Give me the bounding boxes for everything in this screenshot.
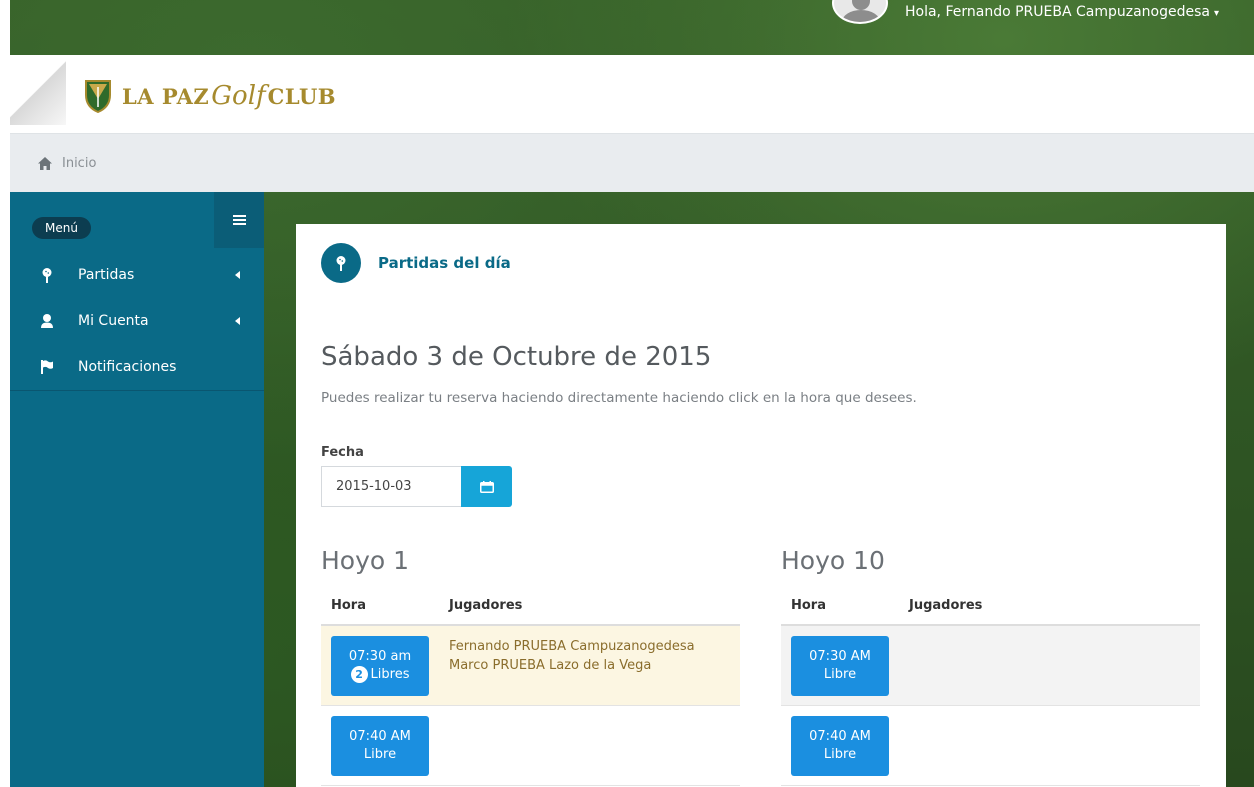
column-header-jugadores: Jugadores — [449, 598, 523, 613]
slot-status: Libres — [370, 667, 410, 682]
calendar-icon — [479, 480, 494, 493]
nav-divider — [10, 390, 264, 391]
logo-text-club: CLUB — [267, 83, 337, 109]
hoyo-10-title: Hoyo 10 — [781, 546, 885, 575]
caret-down-icon: ▾ — [1214, 8, 1220, 19]
user-greeting: Hola, Fernando PRUEBA Campuzanogedesa — [905, 4, 1210, 20]
hoyo-10-table: Hora Jugadores 07:30 AM Libre 07:40 AM L… — [781, 587, 1200, 786]
table-row: 07:40 AM Libre — [781, 706, 1200, 786]
menu-label: Menú — [32, 217, 91, 239]
slot-time: 07:40 AM — [809, 729, 871, 744]
slot-time: 07:30 AM — [809, 649, 871, 664]
tee-time-button[interactable]: 07:30 AM Libre — [791, 636, 889, 696]
breadcrumb: Inicio — [10, 133, 1254, 192]
column-header-hora: Hora — [331, 598, 366, 613]
column-header-jugadores: Jugadores — [909, 598, 983, 613]
top-user-bar: Hola, Fernando PRUEBA Campuzanogedesa ▾ — [10, 0, 1254, 55]
flag-icon — [40, 359, 54, 375]
date-field-label: Fecha — [321, 445, 364, 460]
table-row: 07:30 AM Libre — [781, 626, 1200, 706]
breadcrumb-home-link[interactable]: Inicio — [62, 156, 96, 171]
date-heading: Sábado 3 de Octubre de 2015 — [321, 342, 712, 372]
hoyo-1-table: Hora Jugadores 07:30 am 2 Libres Fernando… — [321, 587, 740, 786]
user-menu[interactable]: Hola, Fernando PRUEBA Campuzanogedesa ▾ — [905, 4, 1219, 20]
club-logo[interactable]: LA PAZ Golf CLUB — [84, 79, 336, 113]
home-icon — [38, 156, 52, 170]
player-name: Marco PRUEBA Lazo de la Vega — [449, 658, 652, 673]
avatar-head-icon — [852, 0, 870, 10]
hoyo-1-title: Hoyo 1 — [321, 546, 410, 575]
golf-pin-icon — [40, 267, 54, 283]
slot-status: Libre — [363, 747, 397, 762]
datepicker-button[interactable] — [461, 466, 512, 507]
page-title: Partidas del día — [378, 254, 511, 272]
golf-pin-icon — [321, 243, 361, 283]
left-edge — [0, 0, 10, 787]
page-fold-decoration — [10, 55, 66, 125]
slot-time: 07:40 AM — [349, 729, 411, 744]
slot-status: Libre — [823, 667, 857, 682]
slot-status: Libre — [823, 747, 857, 762]
slot-time: 07:30 am — [348, 649, 412, 664]
main-panel: Partidas del día Sábado 3 de Octubre de … — [296, 224, 1226, 787]
table-row: 07:40 AM Libre — [321, 706, 740, 786]
instructions-text: Puedes realizar tu reserva haciendo dire… — [321, 390, 917, 406]
panel-header: Partidas del día — [321, 243, 511, 283]
player-name: Fernando PRUEBA Campuzanogedesa — [449, 639, 695, 654]
sidebar-item-label: Partidas — [78, 267, 135, 283]
user-icon — [40, 313, 54, 329]
sidebar-item-partidas[interactable]: Partidas — [10, 252, 264, 298]
sidebar-item-label: Notificaciones — [78, 359, 177, 375]
table-row: 07:30 am 2 Libres Fernando PRUEBA Campuza… — [321, 626, 740, 706]
caret-left-icon — [235, 271, 240, 279]
user-avatar[interactable] — [832, 0, 888, 24]
logo-text-golf: Golf — [211, 81, 266, 111]
table-header: Hora Jugadores — [321, 587, 740, 626]
site-header: LA PAZ Golf CLUB — [10, 55, 1254, 133]
tee-time-button[interactable]: 07:30 am 2 Libres — [331, 636, 429, 696]
sidebar: Menú Partidas Mi Cuenta Notificaciones — [10, 192, 264, 787]
hamburger-icon — [232, 213, 246, 227]
sidebar-toggle-button[interactable] — [214, 192, 264, 248]
column-header-hora: Hora — [791, 598, 826, 613]
sidebar-item-mi-cuenta[interactable]: Mi Cuenta — [10, 298, 264, 344]
tee-time-button[interactable]: 07:40 AM Libre — [791, 716, 889, 776]
sidebar-item-label: Mi Cuenta — [78, 313, 149, 329]
caret-left-icon — [235, 317, 240, 325]
date-input[interactable]: 2015-10-03 — [321, 466, 461, 507]
shield-icon — [85, 80, 111, 113]
players-list: Fernando PRUEBA Campuzanogedesa Marco PR… — [449, 636, 695, 675]
slot-availability: 2 Libres — [331, 666, 429, 684]
avatar-body-icon — [842, 10, 880, 22]
tee-time-button[interactable]: 07:40 AM Libre — [331, 716, 429, 776]
table-header: Hora Jugadores — [781, 587, 1200, 626]
free-count-badge: 2 — [350, 666, 368, 683]
logo-text-lapaz: LA PAZ — [122, 83, 210, 109]
sidebar-item-notificaciones[interactable]: Notificaciones — [10, 344, 264, 390]
sidebar-nav: Partidas Mi Cuenta Notificaciones — [10, 252, 264, 391]
